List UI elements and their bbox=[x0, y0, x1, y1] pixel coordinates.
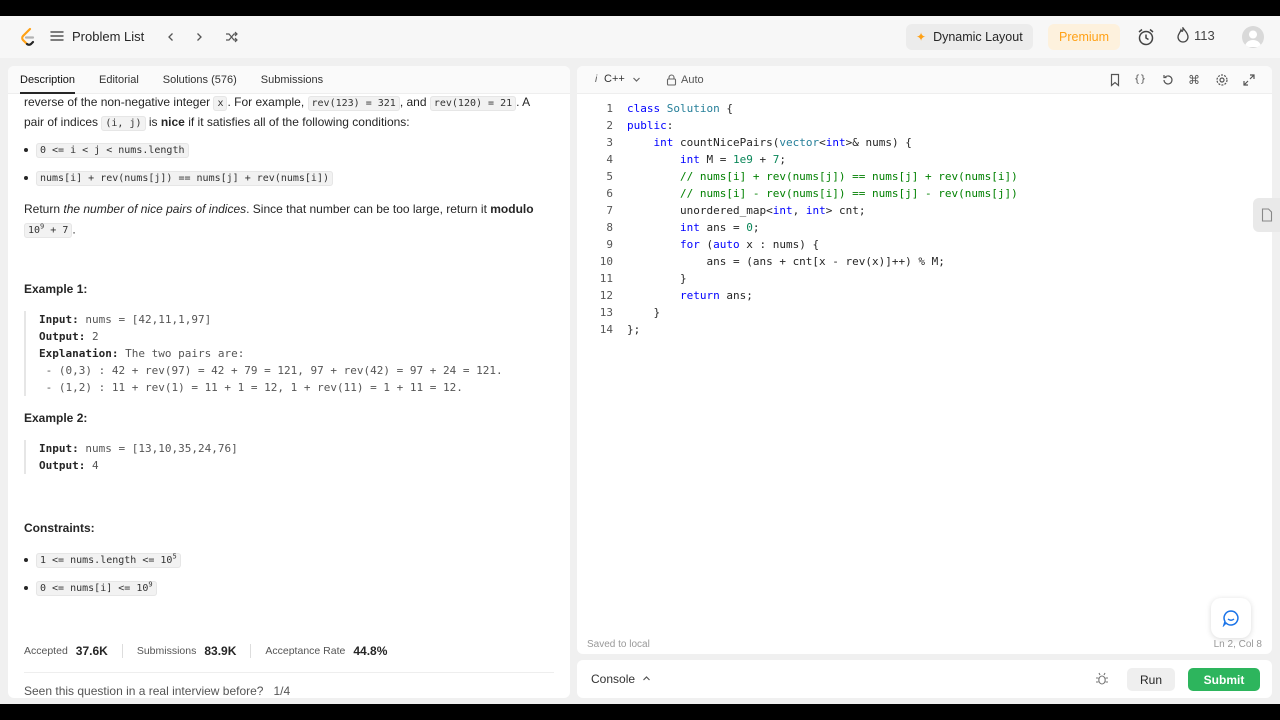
tab-submissions[interactable]: Submissions bbox=[261, 66, 323, 94]
condition-2: nums[i] + rev(nums[j]) == nums[j] + rev(… bbox=[24, 170, 333, 186]
interview-question-row[interactable]: Seen this question in a real interview b… bbox=[24, 684, 290, 698]
code-line[interactable]: 4 int M = 1e9 + 7; bbox=[577, 151, 1267, 168]
example-1-heading: Example 1: bbox=[24, 282, 88, 296]
dynamic-layout-label: Dynamic Layout bbox=[933, 30, 1023, 44]
console-bar: Console Run Submit bbox=[577, 660, 1272, 698]
next-problem-button[interactable] bbox=[189, 27, 209, 47]
code-line[interactable]: 7 unordered_map<int, int> cnt; bbox=[577, 202, 1267, 219]
fire-icon bbox=[1177, 27, 1189, 43]
divider bbox=[24, 672, 554, 673]
prev-problem-button[interactable] bbox=[161, 27, 181, 47]
sparkle-icon: ✦ bbox=[916, 30, 927, 44]
code-line[interactable]: 1 class Solution { bbox=[577, 100, 1267, 117]
language-select[interactable]: C++ bbox=[604, 73, 641, 85]
lock-icon bbox=[666, 74, 677, 86]
top-black-bar bbox=[0, 0, 1280, 16]
debug-icon[interactable] bbox=[1095, 672, 1109, 686]
chevron-down-icon bbox=[632, 77, 640, 82]
condition-1: 0 <= i < j < nums.length bbox=[24, 142, 189, 158]
submit-button[interactable]: Submit bbox=[1188, 668, 1260, 691]
problem-list-icon[interactable] bbox=[50, 29, 64, 43]
code-line[interactable]: 11 } bbox=[577, 270, 1267, 287]
problem-list-link[interactable]: Problem List bbox=[72, 29, 144, 44]
shuffle-icon bbox=[226, 31, 238, 43]
top-nav: Problem List ✦ Dynamic Layout Premium 11… bbox=[0, 16, 1280, 58]
shortcut-icon[interactable]: ⌘ bbox=[1188, 73, 1202, 87]
saved-status: Saved to local bbox=[587, 639, 650, 650]
cursor-position: Ln 2, Col 8 bbox=[1213, 639, 1262, 650]
code-line[interactable]: 13 } bbox=[577, 304, 1267, 321]
expand-icon[interactable] bbox=[1242, 73, 1256, 87]
feedback-button[interactable] bbox=[1211, 598, 1251, 638]
return-statement: Return the number of nice pairs of indic… bbox=[24, 202, 534, 239]
console-toggle[interactable]: Console bbox=[591, 672, 651, 686]
avatar[interactable] bbox=[1242, 26, 1264, 48]
dynamic-layout-button[interactable]: ✦ Dynamic Layout bbox=[906, 24, 1033, 50]
streak-count: 113 bbox=[1194, 27, 1215, 43]
code-line[interactable]: 14}; bbox=[577, 321, 1267, 338]
bottom-black-bar bbox=[0, 704, 1280, 720]
code-line[interactable]: 8 int ans = 0; bbox=[577, 219, 1267, 236]
code-line[interactable]: 3 int countNicePairs(vector<int>& nums) … bbox=[577, 134, 1267, 151]
tab-description[interactable]: Description bbox=[20, 66, 76, 94]
mode-label[interactable]: Auto bbox=[681, 74, 704, 86]
alarm-clock-icon[interactable] bbox=[1136, 27, 1156, 47]
chat-icon bbox=[1222, 610, 1239, 627]
leetcode-logo-icon[interactable] bbox=[18, 27, 38, 47]
code-line[interactable]: 12 return ans; bbox=[577, 287, 1267, 304]
bookmark-icon[interactable] bbox=[1108, 73, 1122, 87]
code-editor-panel: i C++ Auto {} ⌘ 1 class Solution { 2 publi… bbox=[577, 66, 1272, 654]
example-1-block: Input: nums = [42,11,1,97] Output: 2 Expla… bbox=[24, 311, 554, 396]
constraints-heading: Constraints: bbox=[24, 521, 95, 535]
code-area[interactable]: 1 class Solution { 2 public: 3 int countNi… bbox=[577, 100, 1267, 338]
constraint-2: 0 <= nums[i] <= 109 bbox=[24, 580, 157, 596]
code-icon: i bbox=[595, 74, 598, 85]
format-braces-icon[interactable]: {} bbox=[1134, 73, 1148, 87]
code-line[interactable]: 9 for (auto x : nums) { bbox=[577, 236, 1267, 253]
code-line[interactable]: 5 // nums[i] + rev(nums[j]) == nums[j] +… bbox=[577, 168, 1267, 185]
statement-line-1: reverse of the non-negative integer x. F… bbox=[24, 95, 531, 111]
code-line[interactable]: 6 // nums[i] - rev(nums[i]) == nums[j] -… bbox=[577, 185, 1267, 202]
acceptance-stats: Accepted 37.6K Submissions 83.9K Acceptanc… bbox=[24, 644, 388, 658]
problem-tabs: Description Editorial Solutions (576) Su… bbox=[8, 66, 570, 94]
premium-button[interactable]: Premium bbox=[1048, 24, 1121, 50]
document-icon bbox=[1261, 208, 1272, 222]
run-button[interactable]: Run bbox=[1127, 668, 1175, 691]
statement-line-2: pair of indices (i, j) is nice if it sat… bbox=[24, 115, 410, 131]
problem-statement: reverse of the non-negative integer x. F… bbox=[24, 93, 558, 133]
streak-counter[interactable]: 113 bbox=[1176, 27, 1215, 43]
reset-icon[interactable] bbox=[1161, 73, 1175, 87]
code-line[interactable]: 10 ans = (ans + cnt[x - rev(x)]++) % M; bbox=[577, 253, 1267, 270]
tab-editorial[interactable]: Editorial bbox=[99, 66, 139, 94]
user-icon bbox=[1245, 30, 1261, 47]
description-panel: Description Editorial Solutions (576) Su… bbox=[8, 66, 570, 698]
chevron-right-icon bbox=[197, 33, 202, 41]
side-notes-tab[interactable] bbox=[1253, 198, 1280, 232]
random-problem-button[interactable] bbox=[222, 27, 242, 47]
gear-icon[interactable] bbox=[1215, 73, 1229, 87]
chevron-left-icon bbox=[168, 33, 173, 41]
code-line[interactable]: 2 public: bbox=[577, 117, 1267, 134]
example-2-block: Input: nums = [13,10,35,24,76] Output: 4 bbox=[24, 440, 554, 474]
tab-solutions[interactable]: Solutions (576) bbox=[163, 66, 237, 94]
constraint-1: 1 <= nums.length <= 105 bbox=[24, 552, 181, 568]
example-2-heading: Example 2: bbox=[24, 411, 88, 425]
chevron-up-icon bbox=[643, 676, 651, 681]
editor-toolbar: i C++ Auto {} ⌘ bbox=[577, 66, 1272, 94]
